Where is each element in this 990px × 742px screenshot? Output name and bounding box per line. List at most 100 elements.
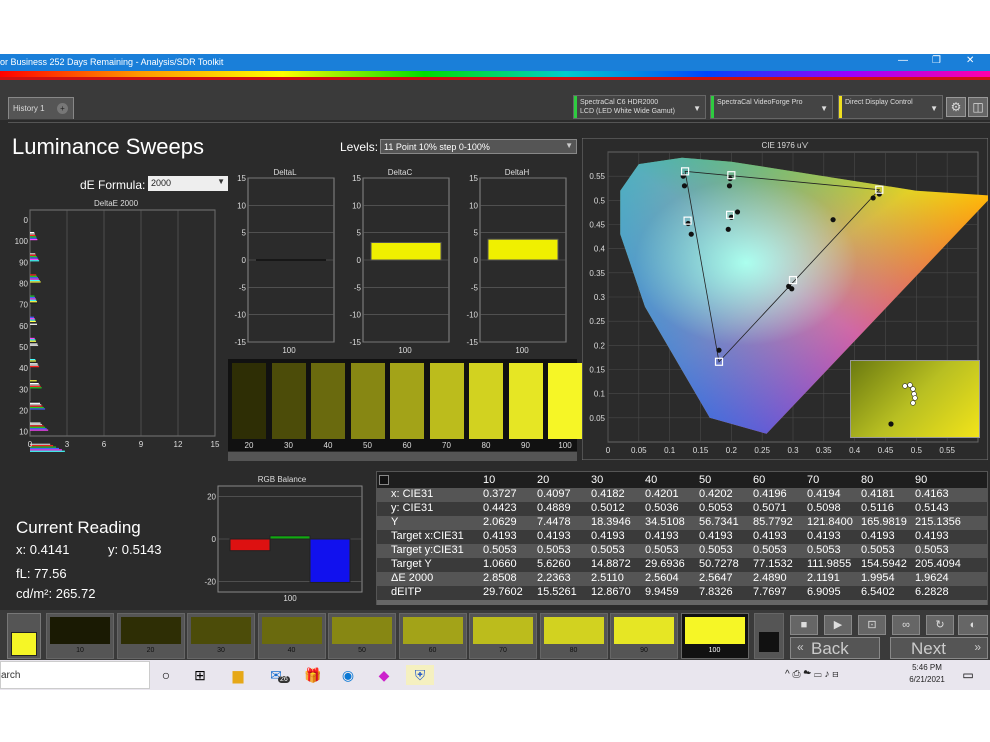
y-tick-label: 80: [19, 280, 28, 289]
table-cell: 0.5053: [753, 544, 787, 556]
patch-cell-50[interactable]: 50: [328, 613, 396, 659]
swatch-label: 80: [481, 441, 491, 450]
taskbar-search-input[interactable]: arch: [0, 661, 150, 689]
patch-swatch: [684, 617, 745, 644]
patch-cell-100[interactable]: 100: [680, 613, 749, 659]
cortana-icon[interactable]: ○: [156, 665, 176, 685]
swatch-label: 100: [558, 441, 572, 450]
de-formula-select[interactable]: 2000 ▼: [148, 176, 228, 191]
deltae-bar: [30, 381, 38, 383]
patch-cell-40[interactable]: 40: [257, 613, 326, 659]
table-cell: 0.5053: [861, 544, 895, 556]
shield-icon[interactable]: ⛨: [406, 665, 434, 685]
table-cell: 34.5108: [645, 516, 685, 528]
swatch-scrollbar[interactable]: [228, 452, 577, 461]
task-view-icon[interactable]: ⊞: [190, 665, 210, 685]
loop-icon[interactable]: ∞: [892, 615, 920, 635]
refresh-icon[interactable]: ↻: [926, 615, 954, 635]
deltae-bar: [30, 258, 39, 260]
deltae-bar: [30, 299, 37, 301]
inset-point: [902, 383, 908, 389]
play-icon[interactable]: ▶: [824, 615, 852, 635]
patch-swatch: [261, 617, 322, 644]
table-scrollbar[interactable]: [377, 600, 987, 605]
patch-cell-90[interactable]: 90: [610, 613, 678, 659]
current-color-swatch: [11, 632, 37, 656]
close-button[interactable]: ✕: [966, 55, 974, 66]
deltae-bar: [30, 274, 37, 276]
patch-cell-30[interactable]: 30: [187, 613, 255, 659]
x-tick-label: 0: [606, 446, 611, 455]
deltae-bar: [30, 359, 36, 361]
stop-icon[interactable]: ■: [790, 615, 818, 635]
generator-selector[interactable]: SpectraCal VideoForge Pro ▼: [710, 95, 833, 119]
deltal-chart: DeltaL 15 10 5 0 -5 -10 -15 100: [234, 168, 335, 355]
y-tick-label: -15: [466, 338, 478, 347]
table-cell: 15.5261: [537, 586, 577, 598]
deltae-bar: [30, 402, 40, 404]
x-tick-label: 0.55: [939, 446, 955, 455]
inset-point: [912, 395, 918, 401]
restore-button[interactable]: ❐: [932, 55, 941, 66]
category-label: 100: [398, 346, 412, 355]
table-cell: 0.4193: [591, 530, 625, 542]
swatch-label: 20: [244, 441, 254, 450]
inset-point: [910, 386, 916, 392]
display-control-selector[interactable]: Direct Display Control ▼: [838, 95, 943, 119]
tab-history-1[interactable]: History 1 +: [8, 97, 74, 119]
options-icon[interactable]: ◐: [958, 615, 988, 635]
y-tick-label: 0.25: [589, 317, 605, 326]
next-label: Next: [911, 639, 946, 658]
notifications-icon[interactable]: ▭: [958, 665, 978, 685]
patch-cell-70[interactable]: 70: [469, 613, 537, 659]
minimize-button[interactable]: —: [898, 55, 908, 66]
toolbar-extra-icon[interactable]: ◫: [968, 97, 988, 117]
current-color-cell: [7, 613, 41, 659]
patch-cell-80[interactable]: 80: [539, 613, 608, 659]
row-label: Target Y: [391, 558, 432, 570]
deltae-bar: [30, 296, 36, 299]
patch-cell-20[interactable]: 20: [116, 613, 185, 659]
settings-gear-icon[interactable]: ⚙: [946, 97, 966, 117]
patch-cell-10[interactable]: 10: [46, 613, 114, 659]
back-button[interactable]: « Back: [790, 637, 880, 659]
table-cell: 0.4193: [915, 530, 949, 542]
swatch-label: 50: [363, 441, 372, 450]
deltac-chart: DeltaC 15 10 5 0 -5 -10 -15 100: [349, 168, 450, 355]
table-cell: 2.4890: [753, 572, 787, 584]
table-cell: 18.3946: [591, 516, 631, 528]
system-tray-icons[interactable]: ^ ⎙ ☁ ▭ ♪ ⊟: [785, 669, 839, 680]
row-label: ΔE 2000: [391, 572, 434, 584]
deltae-bar: [30, 446, 57, 448]
reading-cd: cd/m²: 265.72: [16, 586, 96, 601]
patch-cell-60[interactable]: 60: [398, 613, 467, 659]
patch-label: 90: [640, 647, 648, 654]
row-label: Target x:CIE31: [391, 530, 464, 542]
deltae-bar: [30, 320, 36, 323]
measurement-table: 10 20 30 40 50 60 70 80 90 x: CIE31 0.3727 0.4097 0.…: [376, 471, 988, 605]
gift-icon[interactable]: 🎁: [303, 665, 323, 685]
levels-select[interactable]: 11 Point 10% step 0-100% ▼: [380, 139, 577, 154]
next-button[interactable]: Next »: [890, 637, 988, 659]
file-explorer-icon[interactable]: ▆: [228, 665, 248, 685]
deltae-bar: [30, 233, 35, 235]
add-tab-icon[interactable]: +: [57, 103, 68, 114]
app-icon[interactable]: ◆: [374, 665, 394, 685]
plot-frame: [29, 209, 216, 437]
current-reading-title: Current Reading: [16, 518, 141, 537]
table-column-header: 40: [645, 474, 658, 486]
taskbar-clock[interactable]: 5:46 PM 6/21/2021: [903, 662, 951, 686]
meter-selector[interactable]: SpectraCal C6 HDR2000 LCD (LED White Wid…: [573, 95, 706, 119]
black-patch-cell[interactable]: [754, 613, 784, 659]
table-cell: 0.4193: [483, 530, 517, 542]
row-label: x: CIE31: [391, 488, 434, 500]
luminance-swatch: [350, 363, 385, 439]
patch-label: 50: [358, 647, 366, 654]
meter-status-stripe: [574, 96, 577, 118]
measure-icon[interactable]: ⊡: [858, 615, 886, 635]
deltae-bar: [30, 447, 59, 450]
x-tick-label: 0.1: [664, 446, 676, 455]
deltae-bar: [30, 340, 37, 342]
edge-icon[interactable]: ◉: [338, 665, 358, 685]
table-column-header: 20: [537, 474, 550, 486]
